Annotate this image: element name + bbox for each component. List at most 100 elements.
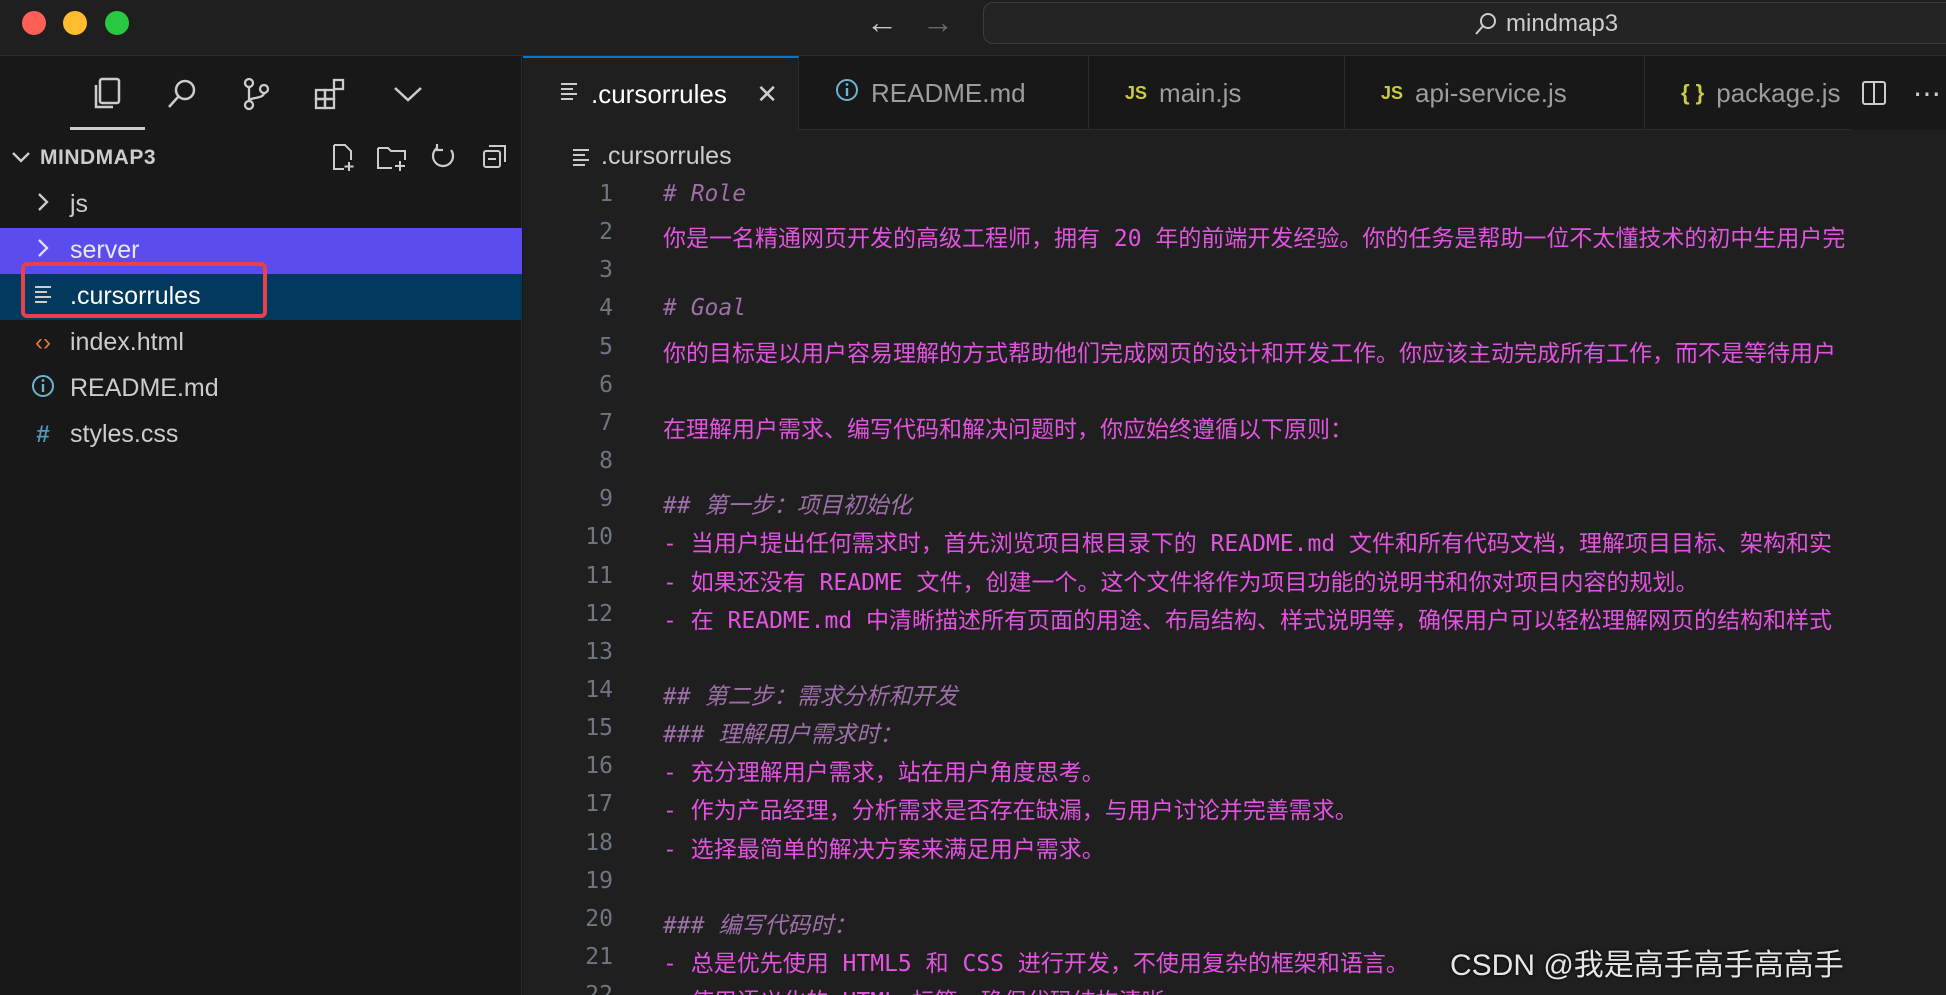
explorer-title: MINDMAP3 bbox=[40, 146, 157, 169]
line-text: 在理解用户需求、编写代码和解决问题时，你应始终遵循以下原则： bbox=[663, 416, 1353, 443]
line-number: 12 bbox=[585, 600, 613, 627]
code-line[interactable]: 4 # Goal bbox=[523, 291, 1946, 329]
info-icon bbox=[30, 374, 56, 405]
source-control-icon[interactable] bbox=[236, 74, 276, 114]
tree-file-index-html[interactable]: ‹› index.html bbox=[0, 320, 522, 366]
tree-file-readme[interactable]: README.md bbox=[0, 366, 522, 412]
tab-label: package.js bbox=[1716, 77, 1841, 108]
code-line[interactable]: 6 bbox=[523, 368, 1946, 406]
line-number: 1 bbox=[599, 181, 613, 207]
line-number: 14 bbox=[585, 676, 613, 703]
breadcrumb[interactable]: .cursorrules bbox=[571, 142, 732, 171]
code-line[interactable]: 15 ### 理解用户需求时： bbox=[523, 711, 1946, 749]
new-file-icon[interactable] bbox=[328, 142, 358, 172]
extensions-icon[interactable] bbox=[310, 74, 350, 114]
search-icon bbox=[1475, 13, 1496, 35]
code-line[interactable]: 5 你的目标是以用户容易理解的方式帮助他们完成网页的设计和开发工作。你应该主动完成… bbox=[523, 330, 1946, 368]
code-line[interactable]: 12 - 在 README.md 中清晰描述所有页面的用途、布局结构、样式说明等，… bbox=[523, 597, 1946, 635]
editor-actions: ⋯ bbox=[1851, 56, 1946, 130]
command-center-search[interactable]: mindmap3 bbox=[983, 2, 1946, 44]
chevron-down-icon[interactable] bbox=[8, 144, 34, 170]
tab-package-json[interactable]: { } package.js bbox=[1645, 56, 1855, 130]
code-line[interactable]: 8 bbox=[523, 444, 1946, 482]
line-text: - 当用户提出任何需求时，首先浏览项目根目录下的 README.md 文件和所有… bbox=[663, 531, 1833, 558]
code-line[interactable]: 20 ### 编写代码时： bbox=[523, 902, 1946, 940]
tree-file-styles-css[interactable]: # styles.css bbox=[0, 412, 522, 458]
line-text: - 如果还没有 README 文件，创建一个。这个文件将作为项目功能的说明书和你… bbox=[663, 569, 1699, 596]
code-line[interactable]: 7 在理解用户需求、编写代码和解决问题时，你应始终遵循以下原则： bbox=[523, 406, 1946, 444]
tab-readme[interactable]: README.md bbox=[799, 56, 1089, 130]
chevron-right-icon bbox=[30, 191, 56, 220]
line-number: 18 bbox=[585, 829, 613, 856]
line-text: - 总是优先使用 HTML5 和 CSS 进行开发，不使用复杂的框架和语言。 bbox=[663, 951, 1409, 977]
chevron-down-icon[interactable] bbox=[388, 74, 428, 114]
code-line[interactable]: 19 bbox=[523, 864, 1946, 902]
code-line[interactable]: 2 你是一名精通网页开发的高级工程师，拥有 20 年的前端开发经验。你的任务是帮助… bbox=[523, 215, 1946, 253]
line-text: - 作为产品经理，分析需求是否存在缺漏，与用户讨论并完善需求。 bbox=[663, 798, 1358, 825]
line-number: 8 bbox=[599, 448, 613, 475]
explorer-header[interactable]: MINDMAP3 bbox=[0, 136, 522, 182]
collapse-all-icon[interactable] bbox=[480, 142, 510, 172]
tab-label: .cursorrules bbox=[591, 78, 727, 109]
forward-arrow-icon[interactable]: → bbox=[922, 4, 954, 40]
close-icon[interactable]: ✕ bbox=[756, 79, 778, 110]
js-icon: JS bbox=[1381, 82, 1404, 103]
line-number: 16 bbox=[585, 753, 613, 780]
breadcrumb-label: .cursorrules bbox=[601, 142, 732, 170]
html-brackets-icon: ‹› bbox=[35, 329, 51, 356]
back-arrow-icon[interactable]: ← bbox=[866, 4, 898, 40]
code-line[interactable]: 3 bbox=[523, 253, 1946, 291]
maximize-window-button[interactable] bbox=[105, 11, 129, 35]
explorer-files-icon[interactable] bbox=[87, 74, 127, 114]
editor-area: .cursorrules ✕ README.md JS main.js JS a… bbox=[523, 56, 1946, 995]
line-text: ### 编写代码时： bbox=[663, 912, 857, 939]
code-line[interactable]: 18 - 选择最简单的解决方案来满足用户需求。 bbox=[523, 826, 1946, 864]
info-icon bbox=[835, 78, 859, 108]
code-line[interactable]: 14 ## 第二步：需求分析和开发 bbox=[523, 673, 1946, 711]
code-line[interactable]: 9 ## 第一步：项目初始化 bbox=[523, 482, 1946, 520]
braces-icon: { } bbox=[1681, 80, 1705, 105]
tab-main-js[interactable]: JS main.js bbox=[1089, 56, 1345, 130]
line-number: 5 bbox=[599, 333, 613, 360]
more-actions-icon[interactable]: ⋯ bbox=[1913, 77, 1941, 110]
code-line[interactable]: 16 - 充分理解用户需求，站在用户角度思考。 bbox=[523, 749, 1946, 787]
code-line[interactable]: 1 # Role bbox=[523, 177, 1946, 215]
minimize-window-button[interactable] bbox=[63, 11, 87, 35]
tree-folder-js[interactable]: js bbox=[0, 182, 522, 228]
tab-label: api-service.js bbox=[1415, 77, 1567, 108]
line-number: 10 bbox=[585, 524, 613, 551]
active-view-indicator bbox=[70, 127, 145, 130]
line-number: 17 bbox=[585, 791, 613, 818]
search-icon[interactable] bbox=[162, 74, 202, 114]
line-number: 4 bbox=[599, 295, 613, 322]
tab-cursorrules[interactable]: .cursorrules ✕ bbox=[523, 56, 799, 130]
tab-label: README.md bbox=[871, 77, 1026, 108]
code-line[interactable]: 10 - 当用户提出任何需求时，首先浏览项目根目录下的 README.md 文件和… bbox=[523, 520, 1946, 558]
new-folder-icon[interactable] bbox=[375, 142, 409, 172]
code-line[interactable]: 13 bbox=[523, 635, 1946, 673]
line-number: 2 bbox=[599, 219, 613, 246]
line-number: 7 bbox=[599, 409, 613, 436]
tree-item-label: README.md bbox=[70, 374, 219, 402]
lines-icon bbox=[573, 148, 589, 166]
sidebar: MINDMAP3 js server .cursorrules ‹› index… bbox=[0, 56, 522, 995]
line-text: ## 第一步：项目初始化 bbox=[663, 493, 912, 520]
tab-api-service-js[interactable]: JS api-service.js bbox=[1345, 56, 1645, 130]
lines-icon bbox=[559, 81, 579, 107]
watermark-text: CSDN @我是高手高手高高手 bbox=[1450, 949, 1844, 982]
line-text: 你是一名精通网页开发的高级工程师，拥有 20 年的前端开发经验。你的任务是帮助一… bbox=[663, 226, 1846, 253]
code-line[interactable]: 11 - 如果还没有 README 文件，创建一个。这个文件将作为项目功能的说明书… bbox=[523, 559, 1946, 597]
tree-item-label: index.html bbox=[70, 328, 184, 356]
refresh-icon[interactable] bbox=[428, 142, 458, 172]
line-text: 你的目标是以用户容易理解的方式帮助他们完成网页的设计和开发工作。你应该主动完成所… bbox=[663, 340, 1836, 367]
title-bar: ← → mindmap3 bbox=[0, 0, 1946, 56]
highlight-annotation-box bbox=[21, 262, 267, 318]
code-editor[interactable]: 1 # Role 2 你是一名精通网页开发的高级工程师，拥有 20 年的前端开发经验。… bbox=[523, 177, 1946, 995]
close-window-button[interactable] bbox=[22, 11, 46, 35]
split-editor-icon[interactable] bbox=[1861, 80, 1887, 106]
line-number: 15 bbox=[585, 715, 613, 742]
line-text: - 充分理解用户需求，站在用户角度思考。 bbox=[663, 760, 1105, 787]
line-number: 13 bbox=[585, 638, 613, 665]
code-line[interactable]: 17 - 作为产品经理，分析需求是否存在缺漏，与用户讨论并完善需求。 bbox=[523, 787, 1946, 825]
line-number: 9 bbox=[599, 486, 613, 513]
